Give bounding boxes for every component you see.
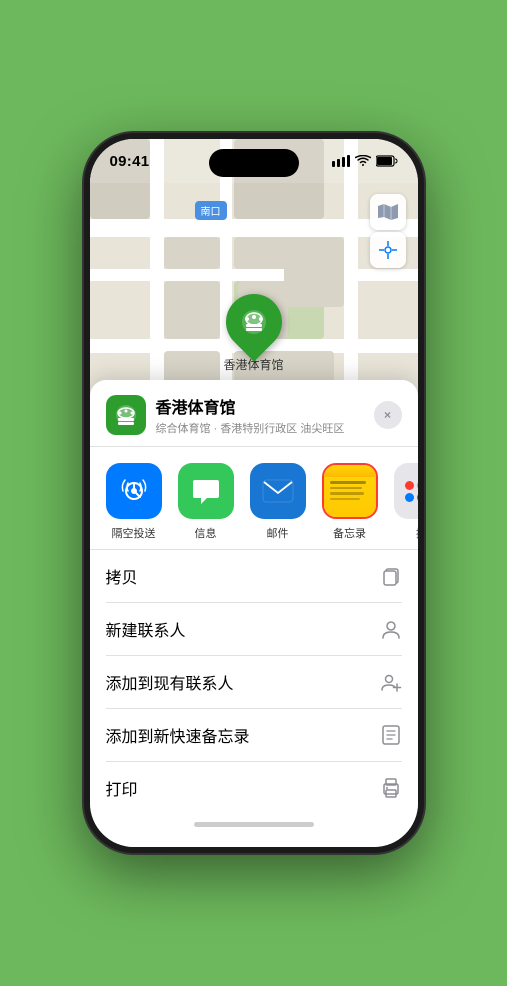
person-add-icon [380,671,402,693]
action-print[interactable]: 打印 [106,762,402,814]
action-add-existing-label: 添加到现有联系人 [106,670,234,694]
bottom-sheet: 香港体育馆 综合体育馆 · 香港特别行政区 油尖旺区 × [90,380,418,847]
location-pin: 香港体育馆 [223,294,283,373]
action-add-notes[interactable]: 添加到新快速备忘录 [106,709,402,762]
wifi-icon [355,155,371,167]
share-row: 隔空投送 信息 [90,447,418,550]
mail-label: 邮件 [267,525,289,541]
action-add-notes-label: 添加到新快速备忘录 [106,723,250,747]
person-icon [380,618,402,640]
map-label-south-entrance: 南口 [195,201,227,220]
venue-icon [106,395,146,435]
note-icon [380,724,402,746]
map-type-button[interactable] [370,194,406,230]
share-item-notes[interactable]: 备忘录 [318,463,382,541]
messages-label: 信息 [195,525,217,541]
signal-icon [332,155,350,167]
home-indicator [90,814,418,827]
print-icon [380,777,402,799]
action-add-existing[interactable]: 添加到现有联系人 [106,656,402,709]
share-item-more[interactable]: 提 [390,463,418,541]
status-icons [332,155,398,167]
messages-icon [178,463,234,519]
close-button[interactable]: × [374,401,402,429]
share-item-airdrop[interactable]: 隔空投送 [102,463,166,541]
action-new-contact-label: 新建联系人 [106,617,186,641]
venue-description: 综合体育馆 · 香港特别行政区 油尖旺区 [156,420,364,436]
airdrop-icon [106,463,162,519]
venue-info: 香港体育馆 综合体育馆 · 香港特别行政区 油尖旺区 [156,394,364,436]
location-button[interactable] [370,232,406,268]
share-item-mail[interactable]: 邮件 [246,463,310,541]
action-list: 拷贝 新建联系人 添加到现有联系人 [90,550,418,814]
action-new-contact[interactable]: 新建联系人 [106,603,402,656]
venue-name: 香港体育馆 [156,394,364,418]
notes-icon [322,463,378,519]
phone-screen: 09:41 [90,139,418,847]
map-controls [370,194,406,268]
battery-icon [376,155,398,167]
more-label: 提 [416,525,418,541]
action-copy-label: 拷贝 [106,564,138,588]
share-item-messages[interactable]: 信息 [174,463,238,541]
airdrop-label: 隔空投送 [112,525,156,541]
phone-frame: 09:41 [84,133,424,853]
action-print-label: 打印 [106,776,138,800]
sheet-header: 香港体育馆 综合体育馆 · 香港特别行政区 油尖旺区 × [90,380,418,447]
mail-icon [250,463,306,519]
action-copy[interactable]: 拷贝 [106,550,402,603]
dynamic-island [209,149,299,177]
more-icon [394,463,418,519]
notes-label: 备忘录 [333,525,366,541]
status-time: 09:41 [110,153,150,170]
copy-icon [380,565,402,587]
